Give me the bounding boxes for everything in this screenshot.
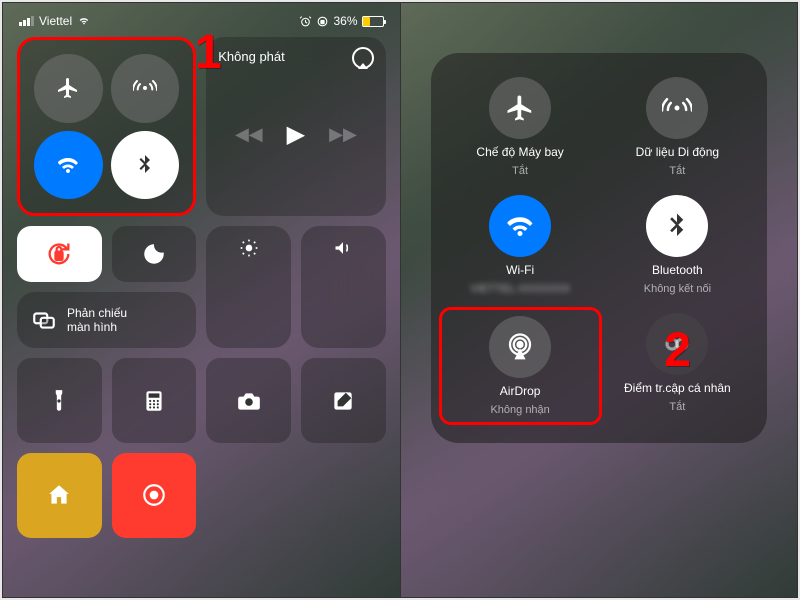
airdrop-icon xyxy=(489,316,551,378)
annotation-1: 1 xyxy=(195,25,222,80)
media-module[interactable]: Không phát ◀◀ ▶ ▶▶ xyxy=(206,37,385,216)
connectivity-module[interactable] xyxy=(17,37,196,216)
airplane-mode-toggle[interactable] xyxy=(34,54,103,123)
carrier-label: Viettel xyxy=(39,14,72,28)
signal-icon xyxy=(19,16,34,26)
screen-mirror-label: Phản chiếumàn hình xyxy=(67,306,127,335)
airplay-icon[interactable] xyxy=(352,47,374,69)
airplane-mode-item[interactable]: Chế độ Máy bay Tắt xyxy=(445,77,596,177)
wifi-item[interactable]: Wi-Fi VIETTEL-XXXXXXX xyxy=(445,195,596,295)
media-prev-button[interactable]: ◀◀ xyxy=(235,124,263,145)
cellular-data-item[interactable]: Dữ liệu Di động Tắt xyxy=(602,77,753,177)
brightness-slider[interactable] xyxy=(206,226,291,348)
camera-button[interactable] xyxy=(206,358,291,443)
wifi-icon xyxy=(77,16,91,26)
cellular-icon xyxy=(646,77,708,139)
airdrop-item[interactable]: AirDrop Không nhận xyxy=(439,307,602,425)
volume-icon xyxy=(333,238,353,258)
wifi-icon xyxy=(489,195,551,257)
brightness-icon xyxy=(239,238,259,258)
media-next-button[interactable]: ▶▶ xyxy=(329,124,357,145)
screen-mirroring-button[interactable]: Phản chiếumàn hình xyxy=(17,292,196,348)
home-button[interactable] xyxy=(17,453,102,538)
media-title: Không phát xyxy=(218,49,373,64)
do-not-disturb-toggle[interactable] xyxy=(112,226,197,282)
wifi-toggle[interactable] xyxy=(34,131,103,200)
airplane-icon xyxy=(489,77,551,139)
alarm-icon xyxy=(299,15,312,28)
notes-button[interactable] xyxy=(301,358,386,443)
battery-icon xyxy=(362,16,384,27)
battery-percent: 36% xyxy=(333,14,357,28)
annotation-2: 2 xyxy=(664,323,691,378)
media-play-button[interactable]: ▶ xyxy=(287,120,305,149)
screen-mirror-icon xyxy=(31,307,57,333)
calculator-button[interactable] xyxy=(112,358,197,443)
bluetooth-icon xyxy=(646,195,708,257)
bluetooth-item[interactable]: Bluetooth Không kết nối xyxy=(602,195,753,295)
flashlight-button[interactable] xyxy=(17,358,102,443)
record-button[interactable] xyxy=(112,453,197,538)
expanded-connectivity-screenshot: 2 Chế độ Máy bay Tắt Dữ liệu Di động Tắt… xyxy=(401,3,798,597)
bluetooth-toggle[interactable] xyxy=(111,131,180,200)
control-center-screenshot: Viettel 36% 1 xyxy=(3,3,401,597)
cellular-data-toggle[interactable] xyxy=(111,54,180,123)
connectivity-expanded-panel: Chế độ Máy bay Tắt Dữ liệu Di động Tắt W… xyxy=(431,53,768,443)
rotation-lock-toggle[interactable] xyxy=(17,226,102,282)
volume-slider[interactable] xyxy=(301,226,386,348)
rotation-lock-status-icon xyxy=(316,15,329,28)
